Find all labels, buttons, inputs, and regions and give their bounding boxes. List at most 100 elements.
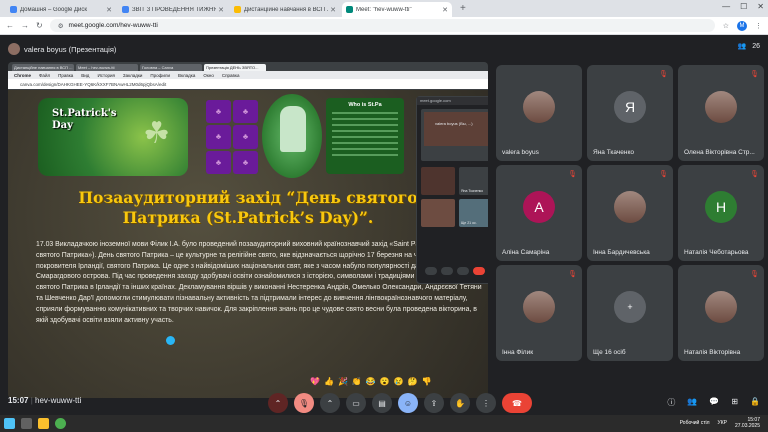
participant-name: Інна Філик: [502, 349, 534, 356]
minimize-icon[interactable]: —: [722, 2, 730, 11]
participant-tile[interactable]: Н 🎙 Наталія Чеботарьова: [678, 165, 764, 261]
search-icon[interactable]: [21, 418, 32, 429]
clock[interactable]: 15:07 27.03.2025: [735, 417, 760, 429]
raise-hand-button[interactable]: ✋: [450, 393, 470, 413]
tab-title: Дистанційне навчання в ВСП ...: [244, 6, 329, 13]
browser-tab[interactable]: ЗВІТ З ПРОВЕДЕННЯ ТИЖНЯ ... ✕: [118, 2, 228, 17]
url-field[interactable]: ⚙ meet.google.com/hev-wuww-tti: [49, 19, 715, 32]
slide-heading: Позааудиторний захід “День святого Патри…: [78, 188, 418, 227]
participant-tile[interactable]: 🎙 Інна Філик: [496, 265, 582, 361]
info-card-title: Who is St.Pa: [348, 102, 382, 108]
leave-call-button[interactable]: ☎: [502, 393, 532, 413]
tab-close-icon[interactable]: ✕: [106, 6, 112, 14]
clock-date: 27.03.2025: [734, 423, 760, 429]
explorer-icon[interactable]: [38, 418, 49, 429]
mini-mic-button[interactable]: [425, 267, 437, 275]
top-right-controls: 👥 26: [737, 42, 760, 51]
participant-tile[interactable]: valera boyus: [496, 65, 582, 161]
language-indicator[interactable]: УКР: [718, 420, 727, 426]
participant-tile[interactable]: А 🎙 Аліна Самаріна: [496, 165, 582, 261]
tab-close-icon[interactable]: ✕: [442, 6, 448, 14]
participant-tile[interactable]: 🎙 Інна Бардичевська: [587, 165, 673, 261]
info-card: Who is St.Pa: [326, 98, 404, 174]
mini-meet-window: meet.google.com valera boyus (Вы, ...) Я…: [416, 96, 488, 284]
tab-close-icon[interactable]: ✕: [330, 6, 336, 14]
reaction-emoji-button[interactable]: 💖: [310, 377, 320, 386]
mini-tile-name: Ще 21 ос.: [461, 221, 477, 225]
camera-options-button[interactable]: ⌃: [320, 393, 340, 413]
meeting-code: hev-wuww-tti: [35, 396, 82, 405]
reaction-emoji-button[interactable]: 👎: [422, 377, 432, 386]
meeting-time: 15:07: [8, 396, 29, 405]
reaction-emoji-button[interactable]: 🎉: [338, 377, 348, 386]
browser-tab[interactable]: Домашня – Google Диск ✕: [6, 2, 116, 17]
shared-url: canva.com/design/DAHKGHEE-YQ6K/kXXF7BNAw…: [8, 79, 488, 89]
mini-meet-title: meet.google.com: [417, 97, 488, 105]
mini-meet-controls: [425, 267, 485, 275]
people-panel-icon[interactable]: 👥: [687, 397, 697, 408]
chrome-icon[interactable]: [55, 418, 66, 429]
reaction-emoji-button[interactable]: 👏: [352, 377, 362, 386]
camera-button[interactable]: ▭: [346, 393, 366, 413]
bookmark-star-icon[interactable]: ☆: [723, 22, 729, 30]
mini-cam-button[interactable]: [441, 267, 453, 275]
participant-tile[interactable]: 🎙 Олена Вікторівна Стр...: [678, 65, 764, 161]
info-icon[interactable]: ⓘ: [667, 397, 675, 408]
participant-tile[interactable]: Я 🎙 Яна Ткаченко: [587, 65, 673, 161]
more-options-button[interactable]: ⋮: [476, 393, 496, 413]
site-info-icon[interactable]: ⚙: [58, 22, 64, 30]
reaction-emoji-button[interactable]: 😮: [380, 377, 390, 386]
meet-stage: valera boyus (Презентація) 👥 26 Дистанці…: [0, 35, 768, 415]
people-icon[interactable]: 👥: [737, 42, 746, 50]
st-patricks-card: St.Patrick's Day ☘: [38, 98, 188, 176]
shared-menu-item: Профили: [150, 72, 170, 78]
shared-browser-tab: Головна – Canva: [140, 64, 202, 71]
url-text: meet.google.com/hev-wuww-tti: [68, 22, 158, 29]
tab-favicon-icon: [234, 6, 241, 13]
new-tab-button[interactable]: +: [454, 2, 472, 17]
activities-icon[interactable]: ⊞: [731, 397, 738, 408]
browser-tab[interactable]: Meet: "hev-wuww-tti" ✕: [342, 2, 452, 17]
mic-off-button[interactable]: 🎙: [294, 393, 314, 413]
st-patricks-card-title: St.Patrick's Day: [52, 108, 117, 131]
browser-menu-icon[interactable]: ⋮: [755, 22, 762, 30]
participant-photo: [523, 91, 555, 124]
participant-tile[interactable]: + Ще 16 осіб: [587, 265, 673, 361]
mini-meet-tile: [421, 167, 455, 195]
mini-leave-button[interactable]: [473, 267, 485, 275]
tab-close-icon[interactable]: ✕: [218, 6, 224, 14]
maximize-icon[interactable]: ☐: [740, 2, 747, 11]
mic-off-icon: 🎙: [659, 171, 668, 178]
mini-more-button[interactable]: [457, 267, 469, 275]
reaction-emoji-button[interactable]: 😂: [366, 377, 376, 386]
shared-menu-item: Закладки: [122, 72, 143, 78]
shared-browser-chrome: Дистанційне навчання в ВСП ... Meet – hev…: [8, 62, 488, 90]
grid-icon: ♣: [206, 100, 231, 124]
tab-title: Meet: "hev-wuww-tti": [356, 6, 412, 13]
reaction-emoji-button[interactable]: 👍: [324, 377, 334, 386]
participant-tile[interactable]: 🎙 Наталія Вікторівна: [678, 265, 764, 361]
host-controls-icon[interactable]: 🔒: [750, 397, 760, 408]
reaction-emoji-button[interactable]: 🤔: [408, 377, 418, 386]
participant-initial-avatar: А: [523, 191, 555, 224]
participant-name: Наталія Вікторівна: [684, 349, 741, 356]
participant-photo: [705, 91, 737, 124]
close-window-icon[interactable]: ✕: [757, 2, 764, 11]
reaction-emoji-button[interactable]: 😢: [394, 377, 404, 386]
bottom-bar: 💖 👍 🎉 👏 😂 😮 😢 🤔 👎 15:07 | hev-wuww-tti ⌃ 🎙 ⌃ ▭ ▤…: [0, 373, 768, 415]
participant-name: valera boyus: [502, 149, 539, 156]
shared-screen: Дистанційне навчання в ВСП ... Meet – hev…: [8, 62, 488, 398]
mic-off-icon: 🎙: [568, 171, 577, 178]
participant-photo: [523, 291, 555, 324]
present-button[interactable]: ⇪: [424, 393, 444, 413]
captions-button[interactable]: ▤: [372, 393, 392, 413]
chat-icon[interactable]: 💬: [709, 397, 719, 408]
reload-icon[interactable]: ↻: [36, 21, 43, 30]
back-icon[interactable]: ←: [6, 21, 14, 30]
forward-icon[interactable]: →: [21, 21, 29, 30]
emoji-button[interactable]: ☺: [398, 393, 418, 413]
browser-tab[interactable]: Дистанційне навчання в ВСП ... ✕: [230, 2, 340, 17]
windows-start-icon[interactable]: [4, 418, 15, 429]
profile-avatar[interactable]: M: [737, 20, 747, 31]
caption-arrow-button[interactable]: ⌃: [268, 393, 288, 413]
